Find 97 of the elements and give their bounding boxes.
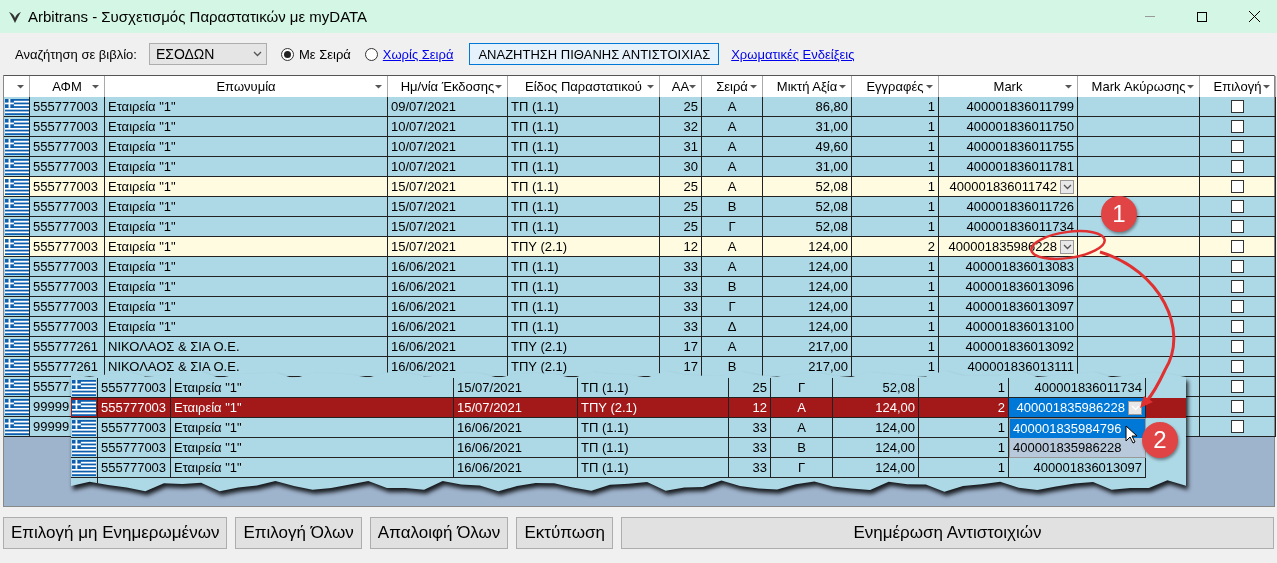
table-cell: 555777003 [98,458,171,478]
book-label: Αναζήτηση σε βιβλίο: [15,46,137,62]
action-button[interactable]: Ενημέρωση Αντιστοιχιών [620,517,1274,549]
flag-icon [4,138,29,155]
flag-icon [4,178,29,195]
caret-icon [688,84,697,90]
book-dropdown[interactable]: ΕΣΟΔΩΝ [148,43,267,65]
radio-option[interactable]: Χωρίς Σειρά [364,46,454,62]
action-button[interactable]: Επιλογή Όλων [235,517,362,549]
table-cell: 124,00 [833,458,919,478]
checkbox[interactable] [1231,240,1244,253]
table-cell: Γ [771,458,833,478]
checkbox[interactable] [1231,200,1244,213]
action-button[interactable]: Επιλογή μη Ενημερωμένων [3,517,228,549]
table-row[interactable]: 555777261 ΝΙΚΟΛΑΟΣ & ΣΙΑ Ο.Ε. 16/06/2021 ΤΠΥ (2.1) 17 Α 217,00 1 400001836013092 [4,337,1274,357]
mark-dropdown[interactable]: 400001835986228 [1009,398,1146,418]
close-icon [1248,11,1260,22]
table-row[interactable]: 555777003 Εταιρεία "1" 09/07/2021 ΤΠ (1.1) 25 Α 86,80 1 400001836011799 [4,97,1274,117]
search-button[interactable]: ΑΝΑΖΗΤΗΣΗ ΠΙΘΑΝΗΣ ΑΝΤΙΣΤΟΙΧΙΑΣ [469,43,720,65]
flag-icon [72,419,96,436]
table-cell: 33 [729,458,771,478]
dropdown-button[interactable] [1060,239,1074,254]
action-button[interactable]: Εκτύπωση [516,517,613,549]
table-row[interactable]: 555777003 Εταιρεία "1" 15/07/2021 ΤΠΥ (2.1) 12 Α 124,00 2 400001835986228 [71,398,1186,418]
table-row[interactable]: 555777003 Εταιρεία "1" 16/06/2021 ΤΠ (1.1) 33 Γ 124,00 1 400001836013097 [4,297,1274,317]
flag-icon [4,198,29,215]
checkbox[interactable] [1231,260,1244,273]
table-row[interactable]: 555777003 Εταιρεία "1" 10/07/2021 ΤΠ (1.1) 32 Α 31,00 1 400001836011750 [4,117,1274,137]
table-cell: 16/06/2021 [454,458,578,478]
checkbox[interactable] [1231,280,1244,293]
caret-icon [1186,84,1195,90]
table-cell: Εταιρεία "1" [171,458,454,478]
caret-icon [925,84,934,90]
cursor-icon [1125,425,1139,445]
checkbox[interactable] [1231,160,1244,173]
table-row[interactable]: 555777003 Εταιρεία "1" 16/06/2021 ΤΠ (1.1) 33 Δ 124,00 1 400001836013100 [4,317,1274,337]
checkbox[interactable] [1231,300,1244,313]
flag-icon [4,98,29,115]
caret-icon [838,84,847,90]
table-row[interactable]: 555777003 Εταιρεία "1" 16/06/2021 ΤΠ (1.1) 33 Α 124,00 1 400001836013083 [4,257,1274,277]
flag-icon [4,158,29,175]
flag-icon [4,278,29,295]
flag-icon [4,298,29,315]
checkbox[interactable] [1231,100,1244,113]
table-row[interactable]: 555777003 Εταιρεία "1" 16/06/2021 ΤΠ (1.1) 33 Β 124,00 1 400001836013096 [4,277,1274,297]
flag-icon [4,318,29,335]
checkbox[interactable] [1231,340,1244,353]
flag-icon [72,439,96,456]
checkbox[interactable] [1231,320,1244,333]
caret-icon [749,84,758,90]
flag-icon [4,378,29,395]
flag-icon [4,258,29,275]
checkbox[interactable] [1231,360,1244,373]
caret-icon [252,51,262,57]
table-cell: ΤΠ (1.1) [578,458,729,478]
checkbox[interactable] [1231,120,1244,133]
caret-icon [1062,183,1072,190]
bird-icon [8,9,22,24]
dropdown-button[interactable] [1060,179,1074,194]
checkbox[interactable] [1231,180,1244,193]
table-row[interactable]: 555777261 ΝΙΚΟΛΑΟΣ & ΣΙΑ Ο.Ε. 16/06/2021 ΤΠΥ (2.1) 17 Β 217,00 1 400001836013111 [4,357,1274,377]
caret-icon [646,84,655,90]
flag-icon [72,379,96,396]
table-row[interactable]: 555777003 Εταιρεία "1" 10/07/2021 ΤΠ (1.1) 30 Α 31,00 1 400001836011781 [4,157,1274,177]
minimize-icon [1145,16,1155,17]
table-row[interactable]: 555777003 Εταιρεία "1" 15/07/2021 ΤΠ (1.1) 25 Α 52,08 1 400001836011742 [4,177,1274,197]
caret-icon [91,84,100,90]
checkbox[interactable] [1231,140,1244,153]
dropdown-option[interactable]: 400001835986228 [1010,438,1145,457]
caret-icon [494,84,503,90]
dropdown-option[interactable]: 400001835984796 [1010,419,1145,438]
caret-icon [1130,404,1140,411]
caret-icon [374,84,383,90]
flag-icon [4,238,29,255]
flag-icon [4,218,29,235]
caret-icon [16,84,25,90]
checkbox[interactable] [1231,420,1244,433]
flag-icon [4,418,29,435]
checkbox[interactable] [1231,380,1244,393]
window-title: Arbitrans - Συσχετισμός Παραστατικών με myDATA [28,8,369,25]
checkbox[interactable] [1231,400,1244,413]
flag-icon [4,398,29,415]
table-row[interactable]: 555777003 Εταιρεία "1" 10/07/2021 ΤΠ (1.1) 31 Α 49,60 1 400001836011755 [4,137,1274,157]
checkbox[interactable] [1231,220,1244,233]
action-button[interactable]: Απαλοιφή Όλων [369,517,509,549]
legend-link[interactable]: Χρωματικές Ενδείξεις [731,46,855,62]
caret-icon [1064,84,1073,90]
flag-icon [72,399,96,416]
radio-option[interactable]: Με Σειρά [280,46,351,62]
table-cell: 1 [919,458,1009,478]
flag-icon [4,338,29,355]
flag-icon [4,118,29,135]
flag-icon [72,459,96,476]
flag-icon [4,358,29,375]
maximize-icon [1197,11,1207,22]
caret-icon [1262,84,1271,90]
caret-icon [1062,243,1072,250]
